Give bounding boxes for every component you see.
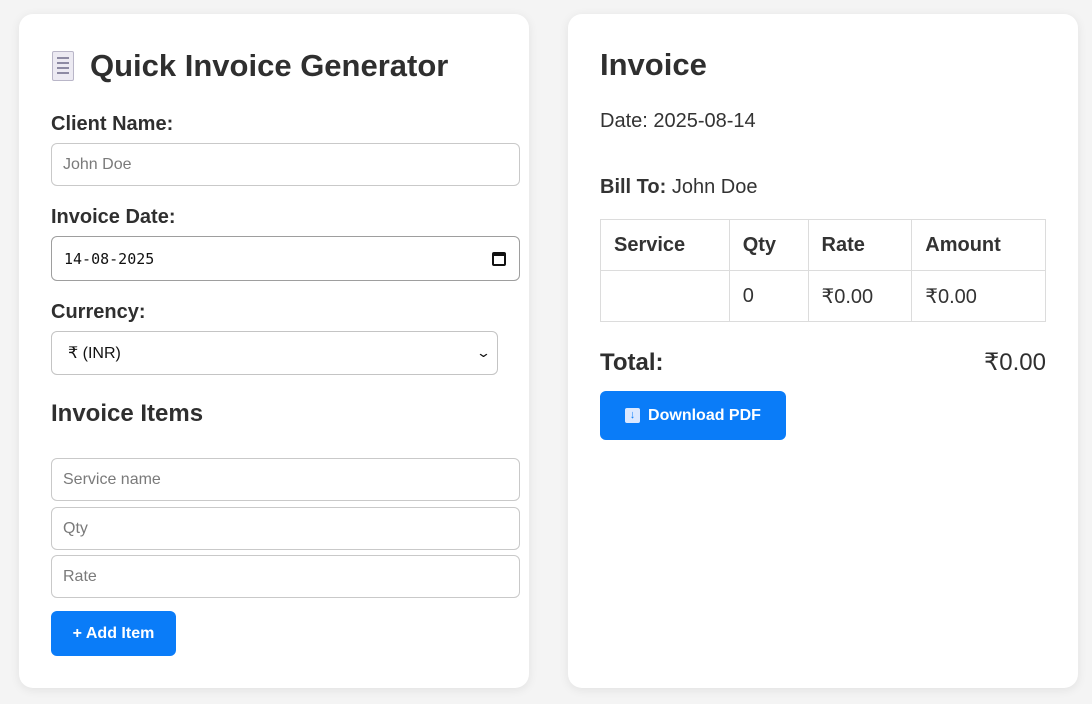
- receipt-icon: [52, 51, 74, 81]
- invoice-preview-panel: Invoice Date: 2025-08-14 Bill To: John D…: [568, 14, 1078, 688]
- client-name-input[interactable]: [51, 143, 520, 186]
- bill-to: Bill To: John Doe: [600, 176, 757, 199]
- invoice-date-label: Invoice Date:: [51, 206, 176, 228]
- cell-rate: ₹0.00: [807, 270, 913, 322]
- invoice-date-input[interactable]: 14-08-2025: [51, 236, 520, 281]
- column-header-rate: Rate: [807, 219, 913, 271]
- client-name-label: Client Name:: [51, 113, 174, 135]
- rate-input[interactable]: [51, 555, 520, 598]
- invoice-items-heading: Invoice Items: [51, 400, 204, 427]
- invoice-date-text: Date: 2025-08-14: [600, 110, 756, 132]
- currency-selected-value: ₹ (INR): [68, 345, 121, 362]
- invoice-items-table: Service Qty Rate Amount 0 ₹0.00 ₹0.00: [600, 219, 1046, 322]
- cell-qty: 0: [728, 270, 809, 322]
- cell-amount: ₹0.00: [911, 270, 1046, 322]
- total-row: Total: ₹0.00: [600, 348, 1046, 377]
- download-icon: ↓: [625, 408, 641, 423]
- chevron-down-icon: ⌄: [475, 345, 492, 360]
- invoice-date-value: 14-08-2025: [64, 249, 155, 268]
- app-title: Quick Invoice Generator: [52, 48, 448, 84]
- calendar-icon[interactable]: [492, 251, 506, 266]
- currency-select[interactable]: ₹ (INR) ⌄: [51, 331, 498, 375]
- add-item-button[interactable]: + Add Item: [51, 611, 176, 656]
- app-title-text: Quick Invoice Generator: [90, 48, 449, 83]
- invoice-title: Invoice: [600, 47, 707, 82]
- table-header-row: Service Qty Rate Amount: [600, 219, 1046, 271]
- column-header-service: Service: [600, 219, 730, 271]
- currency-label: Currency:: [51, 301, 146, 323]
- total-label: Total:: [600, 348, 664, 376]
- bill-to-name: John Doe: [671, 176, 758, 198]
- service-name-input[interactable]: [51, 458, 520, 501]
- invoice-form-panel: Quick Invoice Generator Client Name: Inv…: [19, 14, 529, 688]
- total-value: ₹0.00: [984, 349, 1046, 376]
- table-row: 0 ₹0.00 ₹0.00: [600, 270, 1046, 322]
- qty-input[interactable]: [51, 507, 520, 550]
- column-header-amount: Amount: [911, 219, 1046, 271]
- download-pdf-button[interactable]: ↓ Download PDF: [600, 391, 786, 440]
- bill-to-label: Bill To:: [600, 176, 667, 198]
- download-pdf-label: Download PDF: [648, 406, 761, 424]
- cell-service: [600, 270, 730, 322]
- column-header-qty: Qty: [728, 219, 809, 271]
